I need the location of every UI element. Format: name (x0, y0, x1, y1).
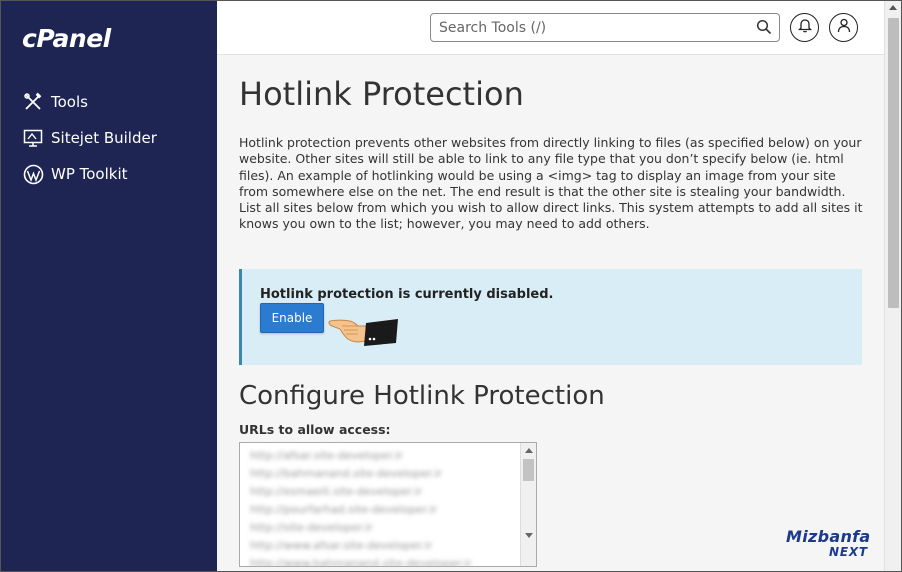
scroll-up-icon[interactable] (889, 5, 897, 10)
search-input[interactable] (431, 14, 741, 41)
url-line: http://esmaeili.site-developer.ir (250, 485, 423, 498)
sidebar-nav: Tools Sitejet Builder WP Toolkit (0, 84, 217, 192)
url-line: http://www.afsar.site-developer.ir (250, 539, 433, 552)
textarea-scrollbar[interactable] (520, 443, 536, 566)
url-line: http://afsar.site-developer.ir (250, 449, 403, 462)
status-alert: Hotlink protection is currently disabled… (239, 269, 862, 365)
watermark-top: Mizbanfa (786, 527, 871, 546)
url-line: http://pourfarhad.site-developer.ir (250, 503, 438, 516)
section-title: Configure Hotlink Protection (239, 381, 605, 411)
url-line: http://www.bahmanand.site-developer.ir (250, 557, 472, 567)
page-description: Hotlink protection prevents other websit… (239, 135, 863, 232)
enable-button[interactable]: Enable (260, 303, 324, 333)
sidebar: cPanel Tools Sitejet Builder WP Toolkit (0, 0, 217, 572)
sitejet-icon (22, 127, 44, 149)
sidebar-item-tools[interactable]: Tools (0, 84, 217, 120)
sidebar-item-label: Sitejet Builder (51, 129, 157, 147)
scroll-up-icon[interactable] (525, 448, 533, 453)
scrollbar-thumb[interactable] (888, 18, 899, 308)
sidebar-item-label: WP Toolkit (51, 165, 128, 183)
user-menu-button[interactable] (829, 13, 858, 42)
notifications-button[interactable] (790, 13, 819, 42)
watermark-logo: Mizbanfa NEXT (782, 527, 882, 565)
urls-label: URLs to allow access: (239, 422, 391, 437)
textarea-scroll-thumb[interactable] (523, 459, 534, 481)
search-icon[interactable] (756, 19, 772, 39)
sidebar-item-wp-toolkit[interactable]: WP Toolkit (0, 156, 217, 192)
sidebar-item-label: Tools (51, 93, 88, 111)
scroll-down-icon[interactable] (525, 533, 533, 538)
bell-icon (797, 18, 812, 37)
urls-textarea[interactable]: http://afsar.site-developer.ir http://ba… (239, 442, 537, 567)
wordpress-icon (22, 163, 44, 185)
sidebar-item-sitejet[interactable]: Sitejet Builder (0, 120, 217, 156)
url-line: http://bahmanand.site-developer.ir (250, 467, 443, 480)
top-header (217, 0, 884, 55)
user-icon (837, 18, 851, 37)
pointing-hand-icon (328, 317, 400, 355)
status-message: Hotlink protection is currently disabled… (260, 287, 554, 302)
tools-icon (22, 91, 44, 113)
search-box (430, 13, 780, 42)
url-line: http://site-developer.ir (250, 521, 373, 534)
page-title: Hotlink Protection (239, 75, 524, 113)
cpanel-logo[interactable]: cPanel (22, 24, 111, 53)
page-scrollbar[interactable] (884, 0, 902, 572)
watermark-bottom: NEXT (829, 545, 868, 559)
